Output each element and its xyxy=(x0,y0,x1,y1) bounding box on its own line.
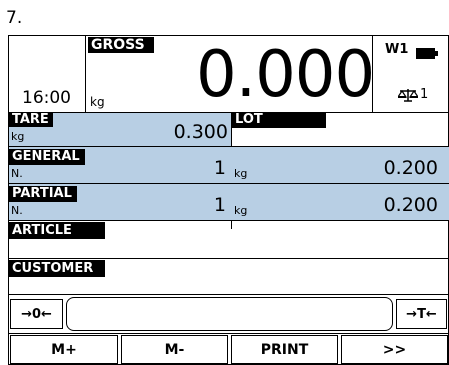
zero-button[interactable]: →0← xyxy=(10,299,63,329)
partial-count: 1 xyxy=(213,194,226,216)
general-label: GENERAL xyxy=(9,149,85,165)
tare-value: 0.300 xyxy=(173,121,228,143)
clock: 16:00 xyxy=(22,88,71,108)
customer-field[interactable] xyxy=(9,278,449,293)
divider xyxy=(8,294,449,295)
partial-unit: kg xyxy=(234,204,248,217)
article-label: ARTICLE xyxy=(9,222,105,239)
unit-label: kg xyxy=(90,95,105,109)
weight-display: 0.000 xyxy=(196,38,375,112)
input-field[interactable] xyxy=(66,297,393,331)
partial-weight: 0.200 xyxy=(383,194,438,216)
divider xyxy=(85,35,86,113)
divider xyxy=(8,333,449,334)
partial-label: PARTIAL xyxy=(9,186,77,202)
print-button[interactable]: PRINT xyxy=(231,335,338,364)
m-minus-button[interactable]: M- xyxy=(121,335,228,364)
divider xyxy=(8,258,449,259)
tare-label: TARE xyxy=(9,113,53,127)
m-plus-button[interactable]: M+ xyxy=(10,335,118,364)
scale-id: W1 xyxy=(385,42,409,57)
battery-icon xyxy=(416,44,438,59)
general-sub: N. xyxy=(11,167,23,180)
page-number: 7. xyxy=(6,8,23,28)
divider xyxy=(8,220,449,221)
tare-unit: kg xyxy=(11,130,25,143)
general-weight: 0.200 xyxy=(383,157,438,179)
scale-count: 1 xyxy=(420,87,429,102)
tare-button[interactable]: →T← xyxy=(396,299,447,329)
balance-icon xyxy=(396,87,420,102)
lot-label: LOT xyxy=(232,113,326,128)
customer-label: CUSTOMER xyxy=(9,260,105,277)
partial-sub: N. xyxy=(11,204,23,217)
gross-label: GROSS xyxy=(88,37,154,53)
general-count: 1 xyxy=(213,157,226,179)
next-page-button[interactable]: >> xyxy=(341,335,448,364)
general-unit: kg xyxy=(234,167,248,180)
article-field[interactable] xyxy=(9,240,449,258)
